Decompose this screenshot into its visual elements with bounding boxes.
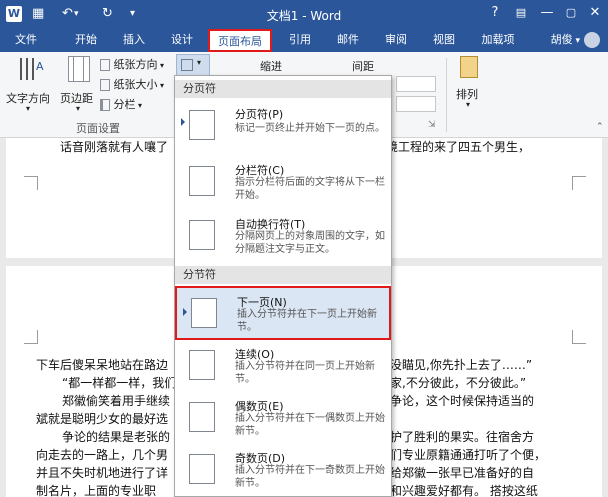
tab-mailings[interactable]: 邮件 <box>328 28 368 52</box>
close-button[interactable]: ✕ <box>584 4 606 22</box>
page-breaks-section-header: 分页符 <box>175 80 391 98</box>
tab-insert[interactable]: 插入 <box>114 28 154 52</box>
svg-text:A: A <box>36 60 44 73</box>
doc-text-line: 护了胜利的果实。往宿舍方 <box>390 430 535 444</box>
menu-item-odd-page[interactable]: 奇数页(D) 插入分节符并在下一奇数页上开始新节。 <box>175 446 391 496</box>
columns-icon <box>100 99 110 111</box>
user-account[interactable]: 胡俊 ▾ <box>551 31 600 50</box>
doc-text-line: 并且不失时机地进行了详 <box>36 466 169 480</box>
doc-text-line: 争论的结果是老张的 <box>62 430 171 444</box>
chevron-down-icon: ▾ <box>26 104 31 113</box>
margin-corner-mark <box>24 330 38 344</box>
ribbon-tabs: 文件 开始 插入 设计 页面布局 引用 邮件 审阅 视图 加载项 胡俊 ▾ <box>0 28 608 52</box>
columns-label: 分栏 <box>113 98 136 111</box>
user-name: 胡俊 <box>550 33 573 46</box>
doc-text-line: 斌就是聪明少女的最好选 <box>36 412 169 426</box>
title-bar: W ▦ ↶ ▾ ↻ ▾ 文档1 - Word ? ▤ — ▢ ✕ <box>0 0 608 28</box>
avatar <box>584 32 600 48</box>
spacing-before-field[interactable] <box>396 76 436 92</box>
arrange-icon <box>460 56 478 78</box>
menu-item-title: 分页符(P) <box>235 108 284 121</box>
doc-text-line: 给郑徽一张早已准备好的自 <box>390 466 535 480</box>
continuous-icon <box>189 350 215 380</box>
columns-button[interactable]: 分栏 ▾ <box>100 96 172 112</box>
menu-item-column-break[interactable]: 分栏符(C) 指示分栏符后面的文字将从下一栏开始。 <box>175 158 391 210</box>
pointer-arrow-icon <box>183 308 187 316</box>
tab-page-layout[interactable]: 页面布局 <box>208 29 272 52</box>
paragraph-dialog-launcher-icon[interactable]: ⇲ <box>428 120 436 130</box>
menu-item-description: 分隔网页上的对象周围的文字，如分隔题注文字与正文。 <box>235 231 385 255</box>
arrange-button[interactable]: 排列 ▾ <box>452 56 486 116</box>
doc-text-line: 没瞄见,你先扑上去了……” <box>390 358 533 372</box>
doc-text-line: 家,不分彼此，不分彼此。” <box>390 376 527 390</box>
menu-item-description: 插入分节符并在下一偶数页上开始新节。 <box>235 413 385 437</box>
doc-text-line: 制名片，上面的专业职 <box>36 484 157 497</box>
orientation-label: 纸张方向 <box>113 58 158 71</box>
group-separator <box>446 58 447 132</box>
doc-text-line: “都一样都一样，我们 <box>62 376 177 390</box>
collapse-ribbon-icon[interactable]: ⌃ <box>596 122 604 132</box>
chevron-down-icon: ▾ <box>197 58 202 67</box>
size-button[interactable]: 纸张大小 ▾ <box>100 76 172 92</box>
page-break-icon <box>189 110 215 140</box>
menu-item-page-break[interactable]: 分页符(P) 标记一页终止并开始下一页的点。 <box>175 100 391 158</box>
tab-file[interactable]: 文件 <box>8 28 44 52</box>
menu-item-description: 插入分节符并在下一页上开始新节。 <box>237 309 377 333</box>
doc-text-line: 话音刚落就有人嚷了 <box>60 140 169 154</box>
doc-text-line: 向走去的一路上，几个男 <box>36 448 169 462</box>
size-icon <box>100 79 110 91</box>
menu-item-next-page[interactable]: 下一页(N) 插入分节符并在下一页上开始新节。 <box>175 286 391 340</box>
spacing-label: 间距 <box>352 60 374 73</box>
tab-home[interactable]: 开始 <box>66 28 106 52</box>
tab-references[interactable]: 引用 <box>280 28 320 52</box>
margin-corner-mark <box>24 176 38 190</box>
page-setup-group-label: 页面设置 <box>76 122 120 135</box>
orientation-icon <box>100 59 110 71</box>
tab-addins[interactable]: 加载项 <box>472 28 524 52</box>
text-direction-icon: A <box>20 58 44 80</box>
tab-design[interactable]: 设计 <box>162 28 202 52</box>
size-label: 纸张大小 <box>113 78 158 91</box>
doc-text-line: 郑徽偷笑着用手继续 <box>62 394 171 408</box>
breaks-icon <box>181 59 193 71</box>
menu-item-description: 插入分节符并在下一奇数页上开始新节。 <box>235 465 385 489</box>
doc-text-line: 下车后傻呆呆地站在路边 <box>36 358 169 372</box>
text-direction-button[interactable]: A 文字方向 ▾ <box>6 56 56 116</box>
menu-item-description: 指示分栏符后面的文字将从下一栏开始。 <box>235 177 385 201</box>
next-page-icon <box>191 298 217 328</box>
menu-item-description: 标记一页终止并开始下一页的点。 <box>235 123 385 134</box>
margin-corner-mark <box>572 176 586 190</box>
orientation-button[interactable]: 纸张方向 ▾ <box>100 56 172 72</box>
restore-button[interactable]: ▢ <box>560 4 582 22</box>
chevron-down-icon: ▾ <box>466 100 471 109</box>
doc-text-line: 争论，这个时候保持适当的 <box>390 394 535 408</box>
spacing-after-field[interactable] <box>396 96 436 112</box>
margins-icon <box>68 56 90 82</box>
doc-text-line: 境工程的来了四五个男生， <box>386 140 531 154</box>
tab-review[interactable]: 审阅 <box>376 28 416 52</box>
breaks-button[interactable]: ▾ <box>176 54 210 76</box>
minimize-button[interactable]: — <box>536 4 558 22</box>
menu-item-continuous[interactable]: 连续(O) 插入分节符并在同一页上开始新节。 <box>175 342 391 394</box>
indent-label: 缩进 <box>260 60 282 73</box>
help-button[interactable]: ? <box>484 4 506 22</box>
ribbon-display-options-icon[interactable]: ▤ <box>510 4 532 22</box>
section-breaks-section-header: 分节符 <box>175 266 391 284</box>
menu-item-even-page[interactable]: 偶数页(E) 插入分节符并在下一偶数页上开始新节。 <box>175 394 391 446</box>
margin-corner-mark <box>572 330 586 344</box>
breaks-dropdown: 分页符 分页符(P) 标记一页终止并开始下一页的点。 分栏符(C) 指示分栏符后… <box>174 75 392 497</box>
menu-item-description: 插入分节符并在同一页上开始新节。 <box>235 361 375 385</box>
odd-page-icon <box>189 454 215 484</box>
menu-item-text-wrapping-break[interactable]: 自动换行符(T) 分隔网页上的对象周围的文字，如分隔题注文字与正文。 <box>175 210 391 264</box>
column-break-icon <box>189 166 215 196</box>
doc-text-line: 和兴趣爱好都有。 搭按这纸 <box>390 484 538 497</box>
pointer-arrow-icon <box>181 118 185 126</box>
doc-text-line: 们专业原籍通通打听了个便， <box>390 448 547 462</box>
even-page-icon <box>189 402 215 432</box>
margins-button[interactable]: 页边距 ▾ <box>60 56 100 116</box>
chevron-down-icon: ▾ <box>76 104 81 113</box>
text-wrapping-break-icon <box>189 220 215 250</box>
tab-view[interactable]: 视图 <box>424 28 464 52</box>
